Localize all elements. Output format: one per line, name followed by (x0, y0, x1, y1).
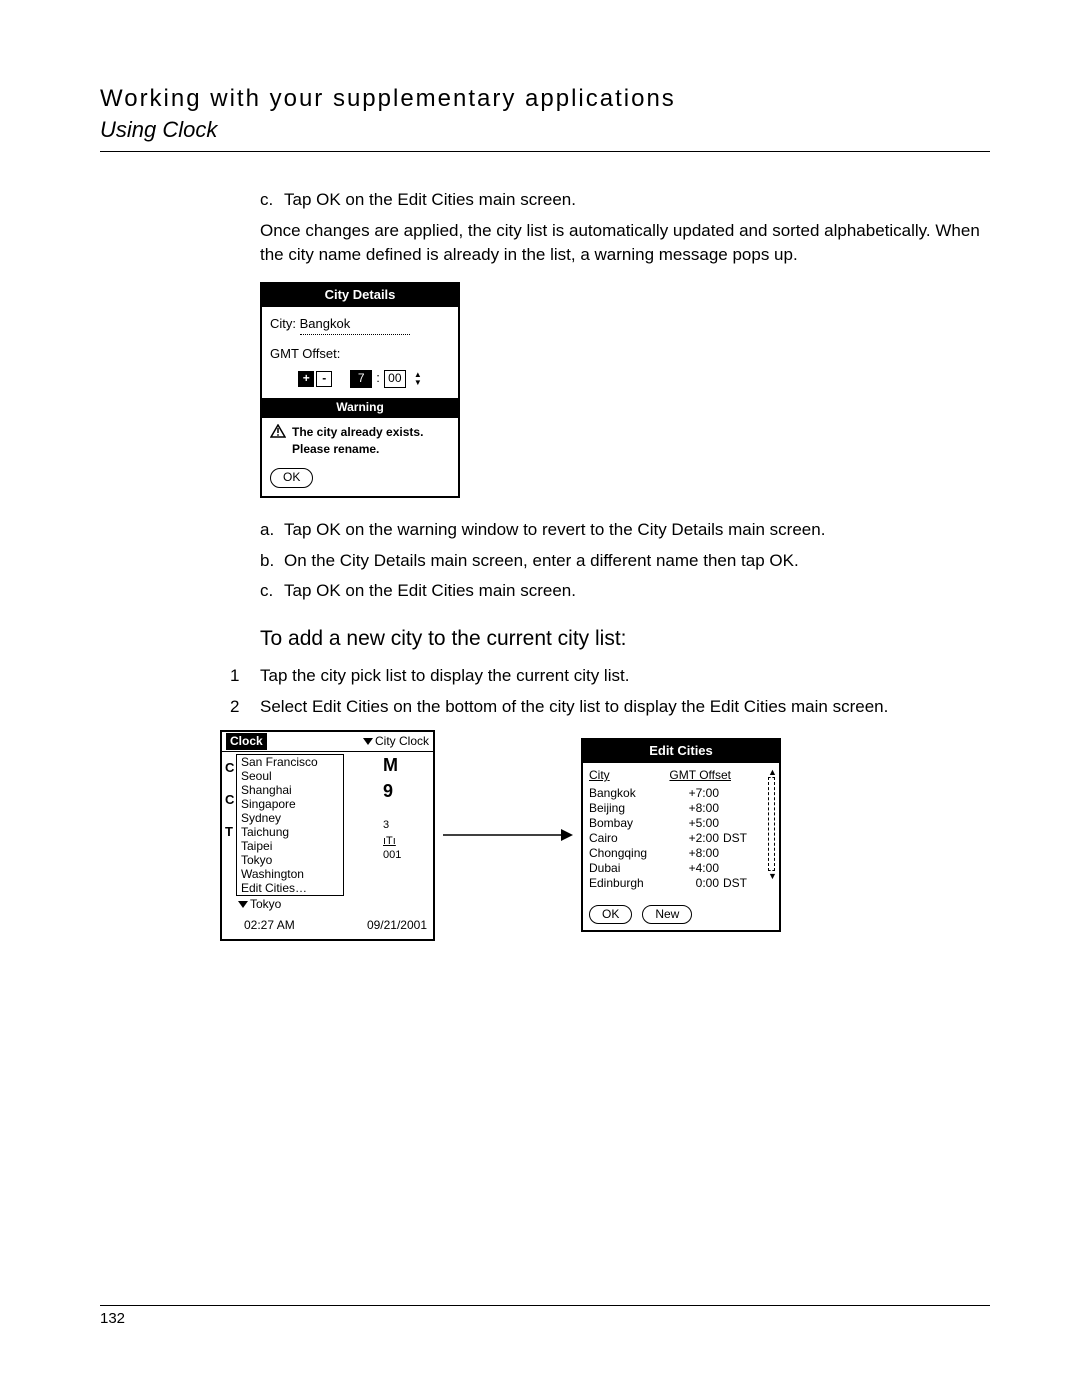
step-c-top: c.Tap OK on the Edit Cities main screen. (260, 188, 990, 213)
edit-cities-title: Edit Cities (583, 740, 779, 763)
city-input[interactable]: Bangkok (300, 315, 410, 335)
list-item[interactable]: Taipei (237, 839, 343, 853)
clock-time: 02:27 AM (244, 917, 295, 934)
warning-title-bar: Warning (262, 398, 458, 417)
spinner-icon[interactable]: ▲▼ (414, 371, 422, 387)
edit-cities-screen: Edit Cities City GMT Offset Bangkok+7:00… (581, 738, 781, 932)
page-footer: 132 (100, 1305, 990, 1327)
table-row[interactable]: Chongqing+8:00 (589, 846, 773, 861)
numstep-2: 2Select Edit Cities on the bottom of the… (260, 695, 990, 720)
col-header-gmt[interactable]: GMT Offset (669, 767, 731, 784)
subheading-add-city: To add a new city to the current city li… (260, 624, 990, 654)
clock-selected-city[interactable]: Tokyo (222, 894, 433, 915)
numstep-1: 1Tap the city pick list to display the c… (260, 664, 990, 689)
arrow-right-icon (443, 825, 573, 845)
table-row[interactable]: Bangkok+7:00 (589, 786, 773, 801)
ok-button[interactable]: OK (589, 905, 632, 924)
step-b: b.On the City Details main screen, enter… (260, 549, 990, 574)
list-item-edit-cities[interactable]: Edit Cities… (237, 881, 343, 895)
clock-right-panel: M 9 3 ıTı 001 (383, 752, 433, 894)
col-header-city[interactable]: City (589, 767, 669, 784)
clock-date: 09/21/2001 (367, 917, 427, 934)
plus-button[interactable]: + (298, 371, 314, 387)
paragraph-warning-explain: Once changes are applied, the city list … (260, 219, 990, 268)
clock-left-letters: C C T (222, 752, 234, 894)
city-label: City: (270, 316, 296, 331)
city-details-title: City Details (262, 284, 458, 307)
clock-menu[interactable]: City Clock (363, 733, 429, 750)
city-picklist[interactable]: San Francisco Seoul Shanghai Singapore S… (236, 754, 344, 896)
clock-screen: Clock City Clock C C T San Francisco Seo… (220, 730, 435, 941)
list-item[interactable]: Singapore (237, 797, 343, 811)
ok-button[interactable]: OK (270, 468, 313, 487)
list-item[interactable]: Sydney (237, 811, 343, 825)
list-item[interactable]: San Francisco (237, 755, 343, 769)
list-item[interactable]: Shanghai (237, 783, 343, 797)
table-row[interactable]: Cairo+2:00DST (589, 831, 773, 846)
page-number: 132 (100, 1310, 125, 1327)
chapter-title: Working with your supplementary applicat… (100, 85, 990, 113)
step-a: a.Tap OK on the warning window to revert… (260, 518, 990, 543)
list-item[interactable]: Tokyo (237, 853, 343, 867)
gmt-offset-label: GMT Offset: (270, 345, 450, 364)
table-row[interactable]: Dubai+4:00 (589, 861, 773, 876)
minus-button[interactable]: - (316, 371, 332, 387)
table-row[interactable]: Bombay+5:00 (589, 816, 773, 831)
table-row[interactable]: Beijing+8:00 (589, 801, 773, 816)
section-title: Using Clock (100, 117, 990, 143)
list-item[interactable]: Seoul (237, 769, 343, 783)
new-button[interactable]: New (642, 905, 692, 924)
city-details-screen: City Details City: Bangkok GMT Offset: +… (260, 282, 460, 498)
list-item[interactable]: Washington (237, 867, 343, 881)
list-item[interactable]: Taichung (237, 825, 343, 839)
warning-icon (270, 424, 286, 438)
warning-line2: Please rename. (292, 441, 423, 458)
hour-field[interactable]: 7 (350, 370, 372, 388)
scrollbar[interactable]: ▲ ▼ (768, 768, 775, 880)
header-rule (100, 151, 990, 152)
clock-title: Clock (226, 733, 267, 750)
warning-line1: The city already exists. (292, 424, 423, 441)
minute-field[interactable]: 00 (384, 370, 406, 388)
table-row[interactable]: Edinburgh0:00DST (589, 876, 773, 891)
step-c: c.Tap OK on the Edit Cities main screen. (260, 579, 990, 604)
